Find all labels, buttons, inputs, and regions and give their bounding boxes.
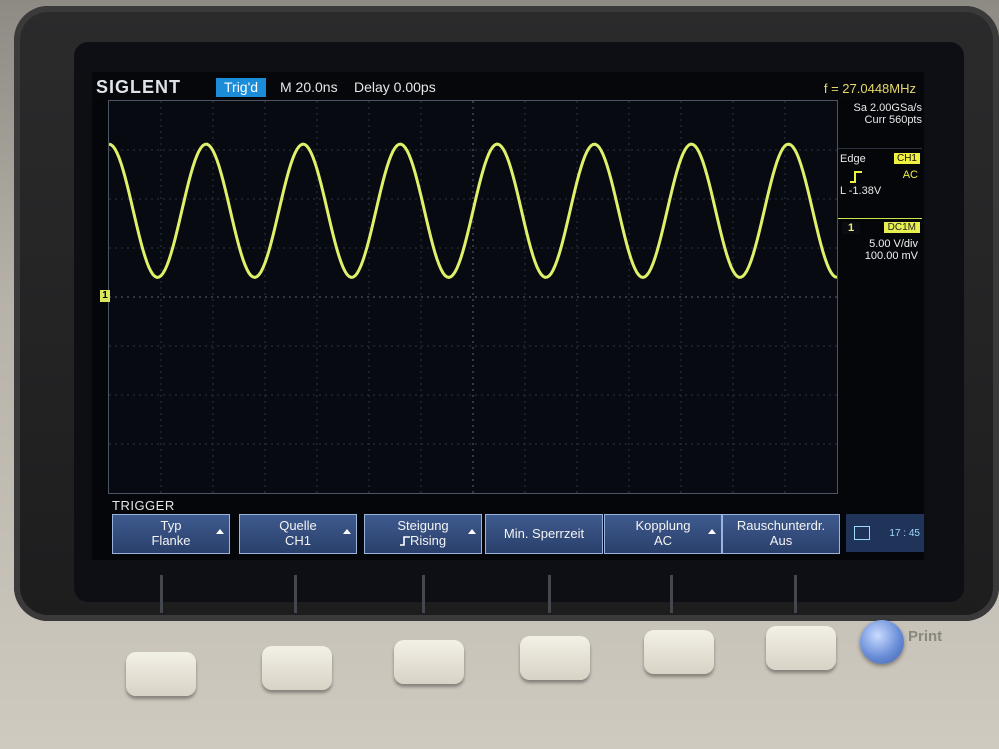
softkey-value: Aus xyxy=(769,533,793,548)
softkey-label: Rauschunterdr. xyxy=(736,518,826,533)
rising-edge-icon xyxy=(850,171,862,183)
trigger-source-badge: CH1 xyxy=(893,153,920,164)
softkey-divider xyxy=(794,575,797,613)
current-points: Curr 560pts xyxy=(864,114,922,126)
rising-edge-icon xyxy=(399,536,410,546)
trigger-info-block[interactable]: Edge CH1 AC L -1.38V xyxy=(838,148,922,197)
trigger-coupling: AC xyxy=(902,169,918,181)
softkey-1-hardware-button[interactable] xyxy=(126,652,196,696)
softkey-label: Steigung xyxy=(397,518,449,533)
softkey-label: Kopplung xyxy=(635,518,691,533)
status-bar: SIGLENT Trig'd M 20.0ns Delay 0.00ps f =… xyxy=(92,72,924,100)
softkey-label: Min. Sperrzeit xyxy=(503,526,585,541)
softkey-label: Quelle xyxy=(279,518,317,533)
timebase-readout: M 20.0ns xyxy=(280,79,338,95)
channel-number: 1 xyxy=(842,222,861,234)
network-icon xyxy=(854,526,870,540)
softkey-value: Rising xyxy=(409,533,447,548)
waveform-display xyxy=(108,101,838,493)
volts-per-div: 5.00 V/div xyxy=(869,238,918,250)
waveform-grid xyxy=(108,100,838,494)
clock-time: 17 : 45 xyxy=(889,528,920,539)
channel-1-info-block[interactable]: 1 DC1M 5.00 V/div 100.00 mV xyxy=(838,218,922,262)
softkey-2-hardware-button[interactable] xyxy=(262,646,332,690)
softkey-4-hardware-button[interactable] xyxy=(520,636,590,680)
up-arrow-icon xyxy=(216,529,224,534)
trigger-level: L -1.38V xyxy=(840,185,882,197)
softkey-value-row: Rising xyxy=(365,533,481,548)
softkey-value: AC xyxy=(653,533,673,548)
sample-rate: Sa 2.00GSa/s xyxy=(853,102,923,114)
system-status-area: 17 : 45 xyxy=(846,514,924,552)
up-arrow-icon xyxy=(708,529,716,534)
softkey-divider xyxy=(670,575,673,613)
brand-logo: SIGLENT xyxy=(96,77,182,97)
trigger-softkey-menu: TRIGGER Typ Flanke Quelle CH1 Steigung R… xyxy=(108,498,924,560)
softkey-6-hardware-button[interactable] xyxy=(766,626,836,670)
sample-rate-block: Sa 2.00GSa/s Curr 560pts xyxy=(838,102,923,126)
measurement-side-panel: Sa 2.00GSa/s Curr 560pts Edge CH1 AC L -… xyxy=(838,100,924,492)
channel-coupling-badge: DC1M xyxy=(883,222,920,233)
softkey-5-hardware-button[interactable] xyxy=(644,630,714,674)
trigger-status-badge: Trig'd xyxy=(216,78,267,97)
softkey-divider xyxy=(294,575,297,613)
softkey-kopplung[interactable]: Kopplung AC xyxy=(604,514,722,554)
print-label: Print xyxy=(908,628,943,645)
frequency-readout: f = 27.0448MHz xyxy=(823,81,916,96)
oscilloscope-screen: SIGLENT Trig'd M 20.0ns Delay 0.00ps f =… xyxy=(92,72,924,560)
softkey-value: CH1 xyxy=(284,533,311,548)
channel-offset: 100.00 mV xyxy=(864,250,918,262)
print-button[interactable] xyxy=(860,620,904,664)
softkey-rauschunterdr[interactable]: Rauschunterdr. Aus xyxy=(722,514,840,554)
softkey-divider xyxy=(422,575,425,613)
up-arrow-icon xyxy=(468,529,476,534)
softkey-steigung[interactable]: Steigung Rising xyxy=(364,514,482,554)
softkey-quelle[interactable]: Quelle CH1 xyxy=(239,514,357,554)
softkey-min-sperrzeit[interactable]: Min. Sperrzeit xyxy=(485,514,603,554)
delay-readout: Delay 0.00ps xyxy=(354,79,436,95)
up-arrow-icon xyxy=(343,529,351,534)
channel-1-offset-marker[interactable]: 1 xyxy=(100,290,110,302)
softkey-value: Flanke xyxy=(151,533,191,548)
softkey-typ[interactable]: Typ Flanke xyxy=(112,514,230,554)
softkey-divider xyxy=(160,575,163,613)
trigger-type: Edge xyxy=(840,153,866,165)
softkey-3-hardware-button[interactable] xyxy=(394,640,464,684)
softkey-divider xyxy=(548,575,551,613)
menu-title: TRIGGER xyxy=(112,498,175,513)
softkey-label: Typ xyxy=(160,518,182,533)
